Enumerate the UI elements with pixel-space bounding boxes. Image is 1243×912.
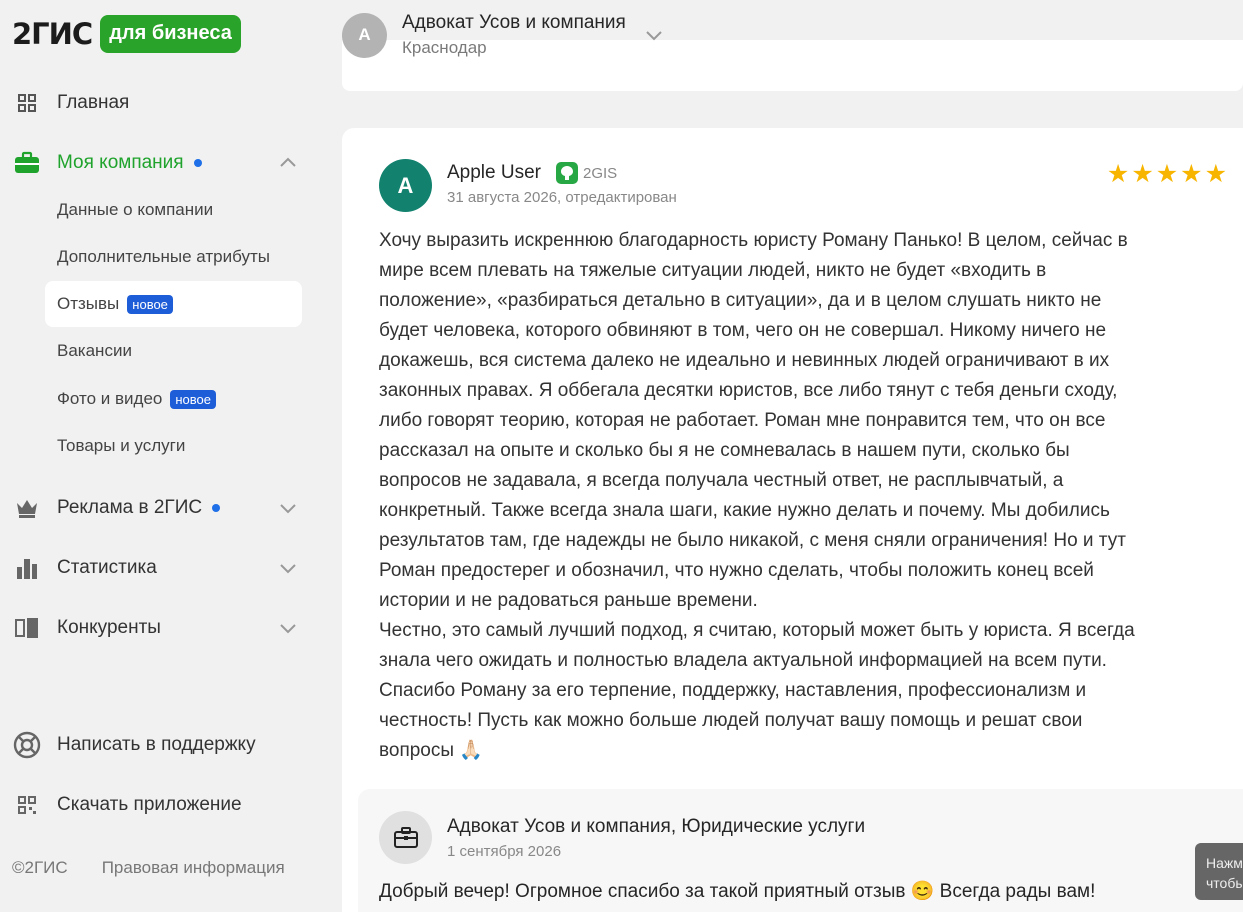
logo-badge: для бизнеса <box>100 15 241 53</box>
source-label: 2GIS <box>583 164 618 182</box>
2gis-source-icon <box>556 162 578 184</box>
grid-icon <box>12 88 42 118</box>
sub-item-label: Данные о компании <box>57 200 214 219</box>
nav-stats[interactable]: Статистика <box>12 553 308 583</box>
company-city: Краснодар <box>402 38 487 57</box>
company-selector[interactable]: А Адвокат Усов и компания Краснодар <box>342 0 1243 70</box>
sub-item-vacancies[interactable]: Вакансии <box>45 328 302 374</box>
author-avatar: A <box>379 159 432 212</box>
new-badge: новое <box>127 294 173 314</box>
nav-support[interactable]: Написать в поддержку <box>12 730 308 760</box>
sidebar-footer: ©2ГИС Правовая информация <box>12 858 285 878</box>
sub-item-label: Фото и видео <box>57 389 163 408</box>
review-date: 31 августа 2026, отредактирован <box>447 189 677 206</box>
logo-text: 2ГИС <box>12 17 93 51</box>
copyright-text: ©2ГИС <box>12 858 68 877</box>
sub-item-attributes[interactable]: Дополнительные атрибуты <box>45 234 302 280</box>
review-card: A Apple User 2GIS 31 августа 2026, отред… <box>342 128 1243 912</box>
sub-item-photo-video[interactable]: Фото и видео новое <box>45 376 302 422</box>
tooltip-line: чтобы <box>1206 875 1243 891</box>
qr-code-icon <box>12 790 42 820</box>
notification-dot <box>212 504 221 512</box>
company-name: Адвокат Усов и компания <box>402 12 626 33</box>
star-icon: ★ <box>1106 160 1130 188</box>
star-icon: ★ <box>1131 160 1154 188</box>
tooltip: Нажм чтобы <box>1195 843 1243 900</box>
nav-home-label: Главная <box>57 92 130 113</box>
bar-chart-icon <box>12 553 42 583</box>
crown-icon <box>12 493 42 523</box>
nav-ads-label: Реклама в 2ГИС <box>57 497 203 518</box>
briefcase-icon <box>379 811 432 864</box>
star-icon: ★ <box>1204 160 1227 188</box>
nav-competitors[interactable]: Конкуренты <box>12 613 308 643</box>
author-name: Apple User <box>447 162 541 183</box>
sub-item-label: Вакансии <box>57 341 132 360</box>
nav-my-company[interactable]: Моя компания <box>12 148 308 178</box>
sub-item-label: Отзывы <box>57 294 120 313</box>
legal-info-link[interactable]: Правовая информация <box>102 858 285 878</box>
reply-date: 1 сентября 2026 <box>447 843 562 860</box>
nav-ads[interactable]: Реклама в 2ГИС <box>12 493 308 523</box>
nav-stats-label: Статистика <box>57 557 157 578</box>
nav-download-app[interactable]: Скачать приложение <box>12 790 308 820</box>
chevron-down-icon[interactable] <box>278 498 298 524</box>
review-text: Хочу выразить искреннюю благодарность юр… <box>379 230 1135 761</box>
nav-home[interactable]: Главная <box>12 88 308 118</box>
sidebar: 2ГИС для бизнеса Главная Моя компания Да… <box>0 0 320 912</box>
company-avatar: А <box>342 12 387 58</box>
reply-author: Адвокат Усов и компания, Юридические усл… <box>447 816 866 837</box>
chevron-down-icon[interactable] <box>644 25 664 50</box>
company-reply: Адвокат Усов и компания, Юридические усл… <box>358 789 1243 912</box>
logo[interactable]: 2ГИС для бизнеса <box>12 15 241 53</box>
chevron-down-icon[interactable] <box>278 558 298 584</box>
star-icon: ★ <box>1155 160 1179 188</box>
briefcase-icon <box>12 148 42 178</box>
new-badge: новое <box>170 389 216 409</box>
reply-text: Добрый вечер! Огромное спасибо за такой … <box>379 881 1096 902</box>
rating-stars: ★ ★ ★ ★ ★ <box>1107 162 1227 187</box>
sub-item-label: Товары и услуги <box>57 436 186 455</box>
notification-dot <box>193 159 202 167</box>
chevron-up-icon[interactable] <box>278 153 298 179</box>
nav-support-label: Написать в поддержку <box>57 734 256 755</box>
nav-competitors-label: Конкуренты <box>57 617 161 638</box>
nav-my-company-label: Моя компания <box>57 152 184 173</box>
sub-item-goods-services[interactable]: Товары и услуги <box>45 423 302 469</box>
sub-item-reviews[interactable]: Отзывы новое <box>45 281 302 327</box>
lifebuoy-icon <box>12 730 42 760</box>
star-icon: ★ <box>1180 160 1203 188</box>
sub-item-company-data[interactable]: Данные о компании <box>45 187 302 233</box>
chevron-down-icon[interactable] <box>278 618 298 644</box>
sub-item-label: Дополнительные атрибуты <box>57 247 270 266</box>
nav-download-app-label: Скачать приложение <box>57 794 242 815</box>
compare-icon <box>12 613 42 643</box>
tooltip-line: Нажм <box>1206 855 1243 871</box>
